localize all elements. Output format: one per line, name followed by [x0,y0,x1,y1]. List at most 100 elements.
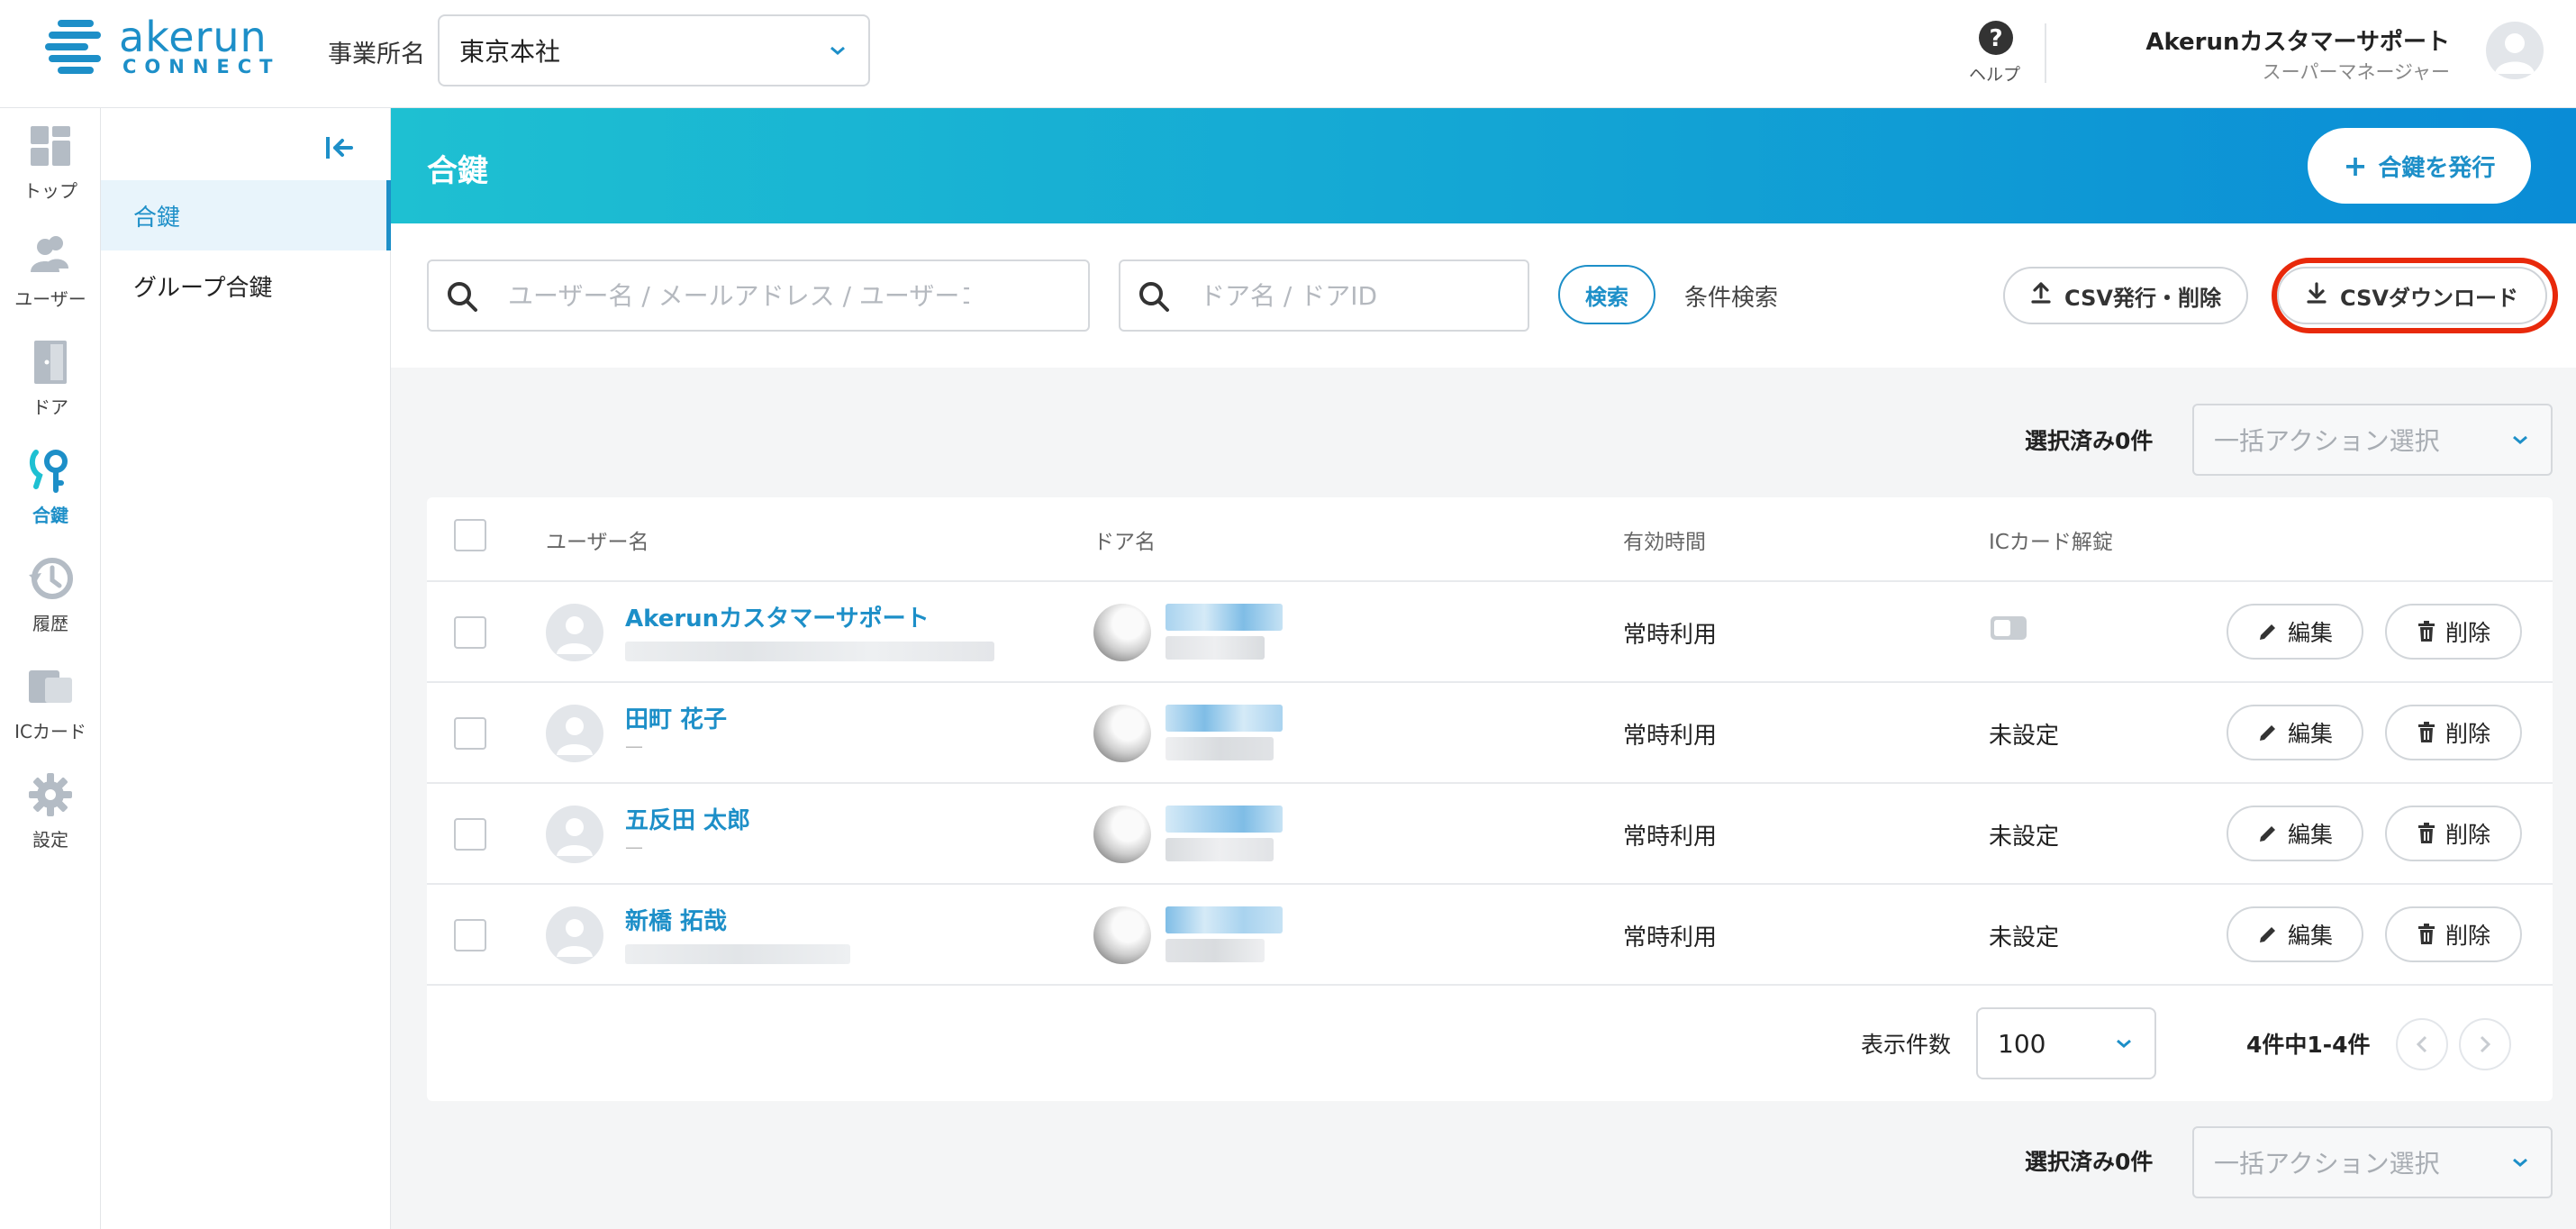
nav-item-users[interactable]: ユーザー [0,229,101,330]
redacted-email [625,944,850,964]
nav-label: ドア [32,396,68,418]
validity-text: 常時利用 [1623,622,1718,649]
redacted-door-name [1166,906,1283,933]
row-checkbox[interactable] [454,717,486,750]
edit-label: 編集 [2287,620,2333,646]
user-search-field[interactable] [427,259,1090,332]
nav-item-top[interactable]: トップ [0,121,101,222]
help-icon[interactable]: ? [1978,20,2014,56]
door-search-field[interactable] [1119,259,1529,332]
pencil-icon [2259,927,2275,942]
trash-icon [2417,722,2435,742]
avatar[interactable] [2486,22,2544,79]
nav-item-door[interactable]: ドア [0,337,101,438]
header-divider [2045,23,2046,83]
user-name[interactable]: Akerunカスタマーサポート [2145,23,2450,57]
user-name-link[interactable]: 田町 花子 [625,701,727,734]
logo-text: akerun [119,13,268,61]
app-header: akerun CONNECT 事業所名 東京本社 ? ヘルプ Akerunカスタ… [0,0,2576,108]
nav-item-keys[interactable]: 合鍵 [0,445,101,546]
avatar [546,705,603,762]
subnav-item-keys[interactable]: 合鍵 [101,180,391,250]
trash-icon [2417,924,2435,944]
bulk-action-placeholder: 一括アクション選択 [2214,1149,2440,1179]
issue-key-label: 合鍵を発行 [2378,154,2496,182]
redacted-door-name [1166,604,1283,631]
delete-button[interactable]: 削除 [2385,604,2522,660]
ic-unlock-text: 未設定 [1989,824,2060,851]
column-header-ic-unlock[interactable]: ICカード解錠 [1989,524,2113,555]
redacted-door-id [1166,838,1274,861]
csv-issue-delete-label: CSV発行・削除 [2064,285,2221,311]
issue-key-button[interactable]: + 合鍵を発行 [2308,128,2531,204]
chevron-right-icon [2480,1035,2491,1053]
door-search-input[interactable] [1200,261,1485,330]
delete-button[interactable]: 削除 [2385,806,2522,861]
validity-text: 常時利用 [1623,924,1718,951]
delete-button[interactable]: 削除 [2385,906,2522,962]
bulk-action-select[interactable]: 一括アクション選択 [2192,404,2553,476]
user-name-link[interactable]: 新橋 拓哉 [625,903,727,936]
collapse-sidebar-icon[interactable] [322,132,355,164]
row-checkbox[interactable] [454,616,486,649]
edit-button[interactable]: 編集 [2227,906,2363,962]
nav-label: ICカード [14,721,86,742]
svg-text:?: ? [1989,25,2002,52]
edit-button[interactable]: 編集 [2227,604,2363,660]
user-name-link[interactable]: Akerunカスタマーサポート [625,600,930,633]
main-nav: トップ ユーザー ドア 合鍵 履歴 ICカード 設定 [0,108,101,1229]
logo-icon[interactable] [45,16,104,76]
chevron-down-icon [2511,1128,2529,1197]
plus-icon: + [2343,149,2368,183]
search-button[interactable]: 検索 [1558,265,1655,324]
select-all-checkbox[interactable] [454,519,486,551]
next-page-button[interactable] [2459,1018,2511,1070]
redacted-door-id [1166,636,1265,660]
help-label[interactable]: ヘルプ [1969,61,2020,86]
ic-unlock-toggle[interactable] [1991,616,2027,640]
gear-icon [29,773,72,816]
ic-unlock-text: 未設定 [1989,723,2060,750]
user-search-input[interactable] [508,261,970,330]
avatar [546,806,603,863]
office-select[interactable]: 東京本社 [438,14,870,86]
page-range: 4件中1-4件 [2246,1032,2371,1058]
nav-item-settings[interactable]: 設定 [0,769,101,870]
column-header-door[interactable]: ドア名 [1093,524,1156,555]
prev-page-button[interactable] [2396,1018,2448,1070]
nav-label: 履歴 [32,613,68,634]
nav-item-history[interactable]: 履歴 [0,553,101,654]
csv-download-highlight [2272,258,2558,333]
row-checkbox[interactable] [454,919,486,951]
column-header-validity[interactable]: 有効時間 [1623,524,1706,555]
redacted-door-id [1166,737,1274,760]
chevron-down-icon [829,16,847,85]
office-select-value: 東京本社 [459,37,561,67]
edit-button[interactable]: 編集 [2227,705,2363,760]
edit-label: 編集 [2287,822,2333,848]
column-header-user[interactable]: ユーザー名 [546,524,649,555]
redacted-email [625,642,994,661]
history-icon [29,558,73,599]
user-role: スーパーマネージャー [2262,61,2450,83]
keys-table: ユーザー名 ドア名 有効時間 ICカード解錠 Akerunカスタマーサポート 常… [427,497,2553,1101]
delete-button[interactable]: 削除 [2385,705,2522,760]
nav-label: ユーザー [14,288,86,310]
advanced-search-link[interactable]: 条件検索 [1684,279,1778,313]
subnav-item-group-keys[interactable]: グループ合鍵 [101,250,391,321]
csv-issue-delete-button[interactable]: CSV発行・削除 [2003,267,2248,324]
redacted-door-name [1166,705,1283,732]
user-name-link[interactable]: 五反田 太郎 [625,802,750,835]
nav-item-ic-card[interactable]: ICカード [0,661,101,762]
avatar [546,906,603,964]
edit-button[interactable]: 編集 [2227,806,2363,861]
row-checkbox[interactable] [454,818,486,851]
trash-icon [2417,621,2435,642]
per-page-select[interactable]: 100 [1976,1007,2156,1079]
delete-label: 削除 [2444,620,2490,646]
bulk-action-select-bottom[interactable]: 一括アクション選択 [2192,1126,2553,1198]
edit-label: 編集 [2287,721,2333,747]
delete-label: 削除 [2444,721,2490,747]
nav-label: トップ [23,180,77,202]
edit-label: 編集 [2287,923,2333,949]
